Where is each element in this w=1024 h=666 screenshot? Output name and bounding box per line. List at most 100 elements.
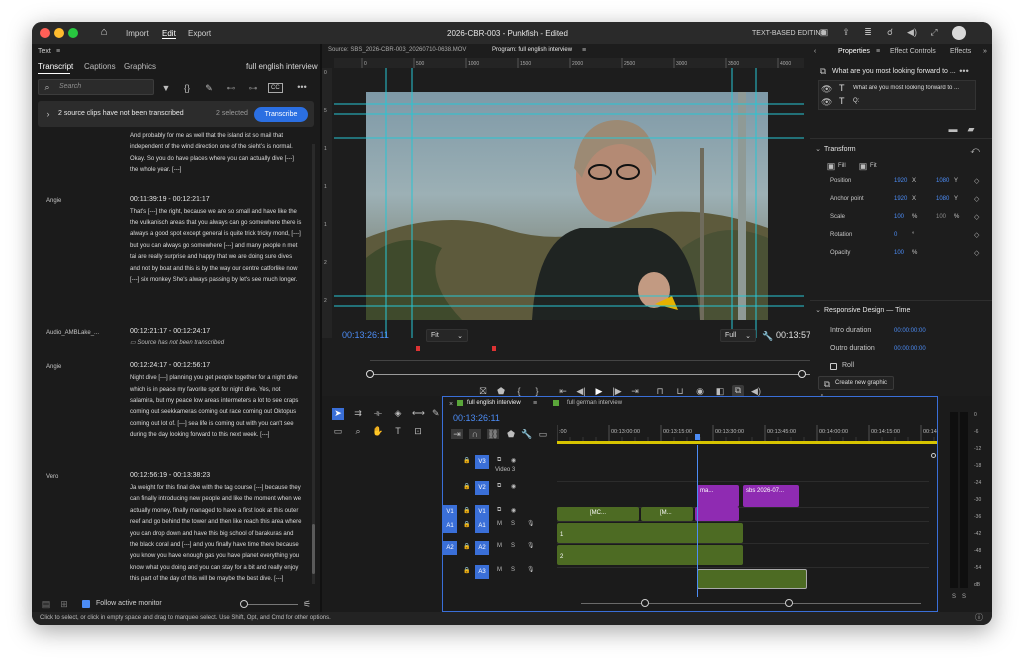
chevron-down-icon[interactable]: ⌄: [814, 145, 822, 155]
track-target[interactable]: V2: [475, 481, 489, 495]
intro-duration-value[interactable]: 00:00:00:00: [894, 328, 926, 334]
go-to-out-icon[interactable]: ⇥: [630, 386, 640, 396]
queue-icon[interactable]: ≣: [862, 27, 874, 37]
audio-icon[interactable]: ◀): [906, 27, 918, 37]
tracks-area[interactable]: ma... sbs 2026-07... [MC... [M... 1 2: [557, 445, 929, 597]
transform-value[interactable]: 1920: [894, 196, 907, 202]
lock-icon[interactable]: 🔒: [463, 483, 470, 490]
mute-icon[interactable]: M: [497, 567, 502, 573]
transform-value[interactable]: 100: [894, 250, 904, 256]
export-frame-icon[interactable]: ◉: [694, 386, 706, 396]
transform-value[interactable]: 100: [894, 214, 904, 220]
solo-left[interactable]: S: [952, 594, 956, 600]
fit-label[interactable]: Fit: [870, 163, 877, 169]
fill-icon[interactable]: ▣: [826, 161, 836, 171]
track-target[interactable]: V3: [475, 455, 489, 469]
work-area-bar[interactable]: [557, 441, 937, 444]
pen-icon[interactable]: ✎: [432, 408, 440, 418]
panel-overflow-icon[interactable]: »: [980, 47, 990, 57]
eye-icon[interactable]: ◉: [511, 457, 516, 464]
close-window-button[interactable]: [40, 28, 50, 38]
source-patch[interactable]: A2: [443, 541, 457, 555]
fit-icon[interactable]: ▣: [858, 161, 868, 171]
search-input[interactable]: ⌕ Search: [38, 79, 154, 95]
rectangle-tool-icon[interactable]: ▭: [332, 426, 344, 436]
extract-icon[interactable]: ⊔: [674, 386, 686, 396]
add-marker-icon[interactable]: ⬟: [505, 429, 517, 439]
comparison-icon[interactable]: ◧: [714, 386, 726, 396]
scrub-right-handle[interactable]: [798, 370, 806, 378]
transform-value[interactable]: 100: [936, 214, 946, 220]
panel-toggle-icon[interactable]: ▣: [818, 27, 830, 37]
zoom-tool-icon[interactable]: ⌕: [352, 426, 364, 436]
properties-menu-icon[interactable]: ≡: [874, 47, 882, 57]
tab-captions[interactable]: Captions: [84, 62, 116, 71]
ripple-edit-icon[interactable]: ⟛: [372, 408, 384, 418]
overwrite-icon[interactable]: ⊶: [246, 83, 260, 93]
transform-value[interactable]: 1080: [936, 196, 949, 202]
timeline-ruler[interactable]: :00 00:13:00:00 00:13:15:00 00:13:30:00 00:1…: [557, 425, 937, 441]
lock-icon[interactable]: 🔒: [463, 521, 470, 528]
insert-sequence-icon[interactable]: ⇥: [451, 429, 463, 439]
minimize-window-button[interactable]: [54, 28, 64, 38]
go-to-in-icon[interactable]: ⇤: [558, 386, 568, 396]
panel-left-chevron-icon[interactable]: ‹: [812, 47, 818, 57]
entry-text[interactable]: Ja weight for this final dive with the t…: [130, 483, 302, 586]
sync-lock-icon[interactable]: ⧉: [497, 457, 501, 464]
track-header[interactable]: 🔒 A3 M S 🎙: [443, 563, 555, 581]
keyframe-icon[interactable]: ◇: [974, 195, 979, 203]
clip-a1[interactable]: 1: [557, 523, 743, 543]
transcribe-button[interactable]: Transcribe: [254, 107, 308, 122]
tab-properties[interactable]: Properties: [838, 48, 870, 55]
pencil-icon[interactable]: ✎: [204, 83, 214, 93]
settings-sliders-icon[interactable]: ⚟: [302, 599, 312, 609]
home-icon[interactable]: ⌂: [98, 27, 110, 38]
tab-transcript[interactable]: Transcript: [38, 62, 73, 71]
playhead-timecode[interactable]: 00:13:26:11: [342, 330, 389, 340]
create-graphic-button[interactable]: ⧉ Create new graphic: [818, 376, 894, 390]
clip-v1-a[interactable]: [695, 507, 739, 521]
mute-icon[interactable]: M: [497, 543, 502, 549]
razor-icon[interactable]: ◈: [392, 408, 404, 418]
captions-icon[interactable]: ▭: [537, 429, 549, 439]
wrench-icon[interactable]: 🔧: [762, 331, 773, 341]
mark-in-icon[interactable]: {: [514, 386, 524, 396]
timeline-scrollbar[interactable]: [581, 603, 921, 604]
mic-icon[interactable]: 🎙: [527, 520, 535, 527]
keyframe-icon[interactable]: ◇: [974, 231, 979, 239]
marker-icon[interactable]: ⬟: [496, 386, 506, 396]
tab-full-english[interactable]: full english interview: [467, 400, 521, 406]
lock-icon[interactable]: 🔒: [463, 507, 470, 514]
mic-icon[interactable]: 🎙: [527, 542, 535, 549]
scroll-left-handle[interactable]: [641, 599, 649, 607]
clip-v2-ma[interactable]: ma...: [697, 485, 739, 507]
playhead-line[interactable]: [697, 445, 698, 597]
mic-icon[interactable]: 🎙: [527, 566, 535, 573]
folder-icon[interactable]: ▬: [948, 124, 958, 134]
scroll-thumb[interactable]: [312, 524, 315, 574]
solo-right[interactable]: S: [962, 594, 966, 600]
close-tab-icon[interactable]: ×: [447, 400, 455, 410]
clip-v1-mc1[interactable]: [MC...: [557, 507, 639, 521]
source-patch[interactable]: A1: [443, 519, 457, 533]
speaker-label[interactable]: Angie: [46, 198, 61, 204]
cc-button[interactable]: CC: [268, 83, 283, 93]
sync-lock-icon[interactable]: ⧉: [497, 483, 501, 490]
more-icon[interactable]: •••: [296, 82, 308, 92]
scroll-right-handle[interactable]: [785, 599, 793, 607]
monitor-canvas[interactable]: 0 500 1000 1500 2000 2500 3000 3500 4000 0 5 1 1 1 2 2: [322, 58, 804, 338]
tab-effect-controls[interactable]: Effect Controls: [890, 48, 936, 55]
lock-icon[interactable]: 🔒: [463, 543, 470, 550]
info-icon[interactable]: ⓘ: [974, 613, 984, 623]
mute-icon[interactable]: M: [497, 521, 502, 527]
play-icon[interactable]: ▶: [594, 386, 604, 396]
keyframe-icon[interactable]: ◇: [974, 177, 979, 185]
share-icon[interactable]: ⇪: [840, 27, 852, 37]
tab-graphics[interactable]: Graphics: [124, 62, 156, 71]
eye-icon[interactable]: 👁: [821, 97, 832, 107]
quick-search-icon[interactable]: ☌: [884, 27, 896, 37]
nav-export[interactable]: Export: [188, 29, 211, 38]
eye-icon[interactable]: 👁: [821, 84, 832, 94]
fill-label[interactable]: Fill: [838, 163, 846, 169]
transform-value[interactable]: 1080: [936, 178, 949, 184]
